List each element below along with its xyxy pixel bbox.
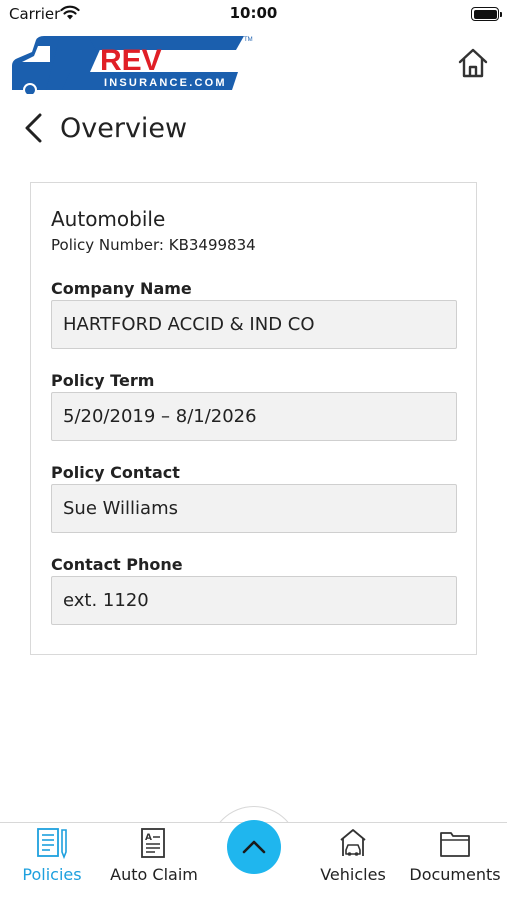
tab-documents-label: Documents [409, 865, 501, 884]
tab-auto-claim-label: Auto Claim [110, 865, 198, 884]
policies-icon [37, 828, 67, 860]
vehicles-icon [340, 829, 366, 856]
policy-term-label: Policy Term [51, 371, 155, 390]
logo-tm: TM [244, 37, 253, 43]
contact-phone-label: Contact Phone [51, 555, 183, 574]
policy-term-field: 5/20/2019 – 8/1/2026 [51, 392, 457, 441]
company-name-field: HARTFORD ACCID & IND CO [51, 300, 457, 349]
home-icon [458, 48, 488, 78]
tab-policies-label: Policies [22, 865, 82, 884]
auto-claim-icon: A [141, 828, 165, 858]
battery-icon [471, 7, 502, 21]
clock: 10:00 [229, 4, 278, 22]
home-button[interactable] [456, 46, 490, 80]
policy-type: Automobile [51, 207, 166, 231]
back-button[interactable] [22, 111, 44, 145]
policy-card: Automobile Policy Number: KB3499834 Comp… [30, 182, 477, 655]
chevron-up-icon [242, 840, 266, 854]
tab-documents[interactable]: Documents [406, 826, 504, 896]
documents-icon [440, 832, 470, 857]
policy-contact-label: Policy Contact [51, 463, 180, 482]
policy-contact-field: Sue Williams [51, 484, 457, 533]
tab-policies[interactable]: Policies [14, 826, 90, 896]
page-title: Overview [60, 112, 188, 144]
company-name-label: Company Name [51, 279, 192, 298]
policy-number: Policy Number: KB3499834 [51, 236, 256, 254]
svg-text:A: A [145, 833, 152, 843]
tab-auto-claim[interactable]: A Auto Claim [108, 826, 200, 896]
status-bar: Carrier 10:00 [0, 0, 507, 28]
expand-menu-button[interactable] [227, 820, 281, 874]
tab-vehicles-label: Vehicles [320, 865, 386, 884]
tab-vehicles[interactable]: Vehicles [312, 826, 394, 896]
contact-phone-field: ext. 1120 [51, 576, 457, 625]
logo-text: REV [100, 44, 162, 77]
title-bar: Overview [22, 108, 187, 148]
chevron-left-icon [25, 113, 42, 143]
rev-insurance-logo: REV INSURANCE.COM TM [10, 32, 260, 97]
logo-subtext: INSURANCE.COM [104, 77, 227, 89]
